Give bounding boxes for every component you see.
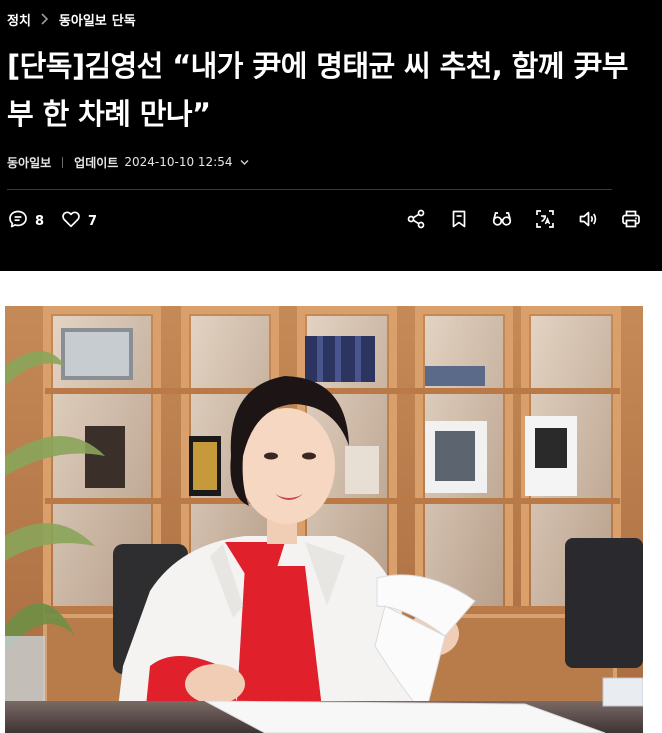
article-photo — [5, 306, 643, 733]
chevron-right-icon — [40, 13, 49, 25]
listen-button[interactable] — [577, 208, 599, 234]
breadcrumb-tag-link[interactable]: 단독 — [112, 10, 136, 29]
like-button[interactable]: 7 — [60, 208, 113, 234]
update-timestamp: 2024-10-10 12:54 — [124, 155, 233, 169]
comment-button[interactable]: 8 — [7, 208, 60, 234]
header-divider — [7, 189, 612, 190]
comment-icon — [7, 208, 29, 234]
reaction-toolbar: 8 7 — [7, 208, 113, 234]
heart-icon — [60, 208, 82, 234]
like-count: 7 — [88, 213, 98, 229]
speaker-icon — [577, 208, 599, 234]
reading-mode-button[interactable] — [491, 208, 513, 234]
share-button[interactable] — [405, 208, 427, 234]
article-tools — [384, 207, 642, 235]
update-label: 업데이트 — [74, 155, 119, 170]
article-header: 정치 동아일보 단독 [단독]김영선 “내가 尹에 명태균 씨 추천, 함께 尹… — [0, 0, 662, 271]
translate-icon — [534, 208, 556, 234]
reading-glasses-icon — [491, 208, 513, 234]
share-icon — [405, 208, 427, 234]
breadcrumb-source-link[interactable]: 동아일보 — [59, 10, 107, 29]
meta-divider — [62, 156, 64, 168]
photo-illustration — [5, 306, 643, 733]
article-source[interactable]: 동아일보 — [7, 154, 51, 171]
print-button[interactable] — [620, 208, 642, 234]
print-icon — [620, 208, 642, 234]
bookmark-button[interactable] — [448, 208, 470, 234]
article-meta: 동아일보 업데이트 2024-10-10 12:54 — [7, 152, 249, 172]
bookmark-icon — [448, 208, 470, 234]
article-title: [단독]김영선 “내가 尹에 명태균 씨 추천, 함께 尹부부 한 차례 만나” — [7, 49, 628, 131]
breadcrumb: 정치 동아일보 단독 — [7, 9, 136, 29]
breadcrumb-section-link[interactable]: 정치 — [7, 10, 31, 29]
translate-button[interactable] — [534, 208, 556, 234]
comment-count: 8 — [35, 213, 45, 229]
chevron-down-icon[interactable] — [240, 159, 249, 166]
